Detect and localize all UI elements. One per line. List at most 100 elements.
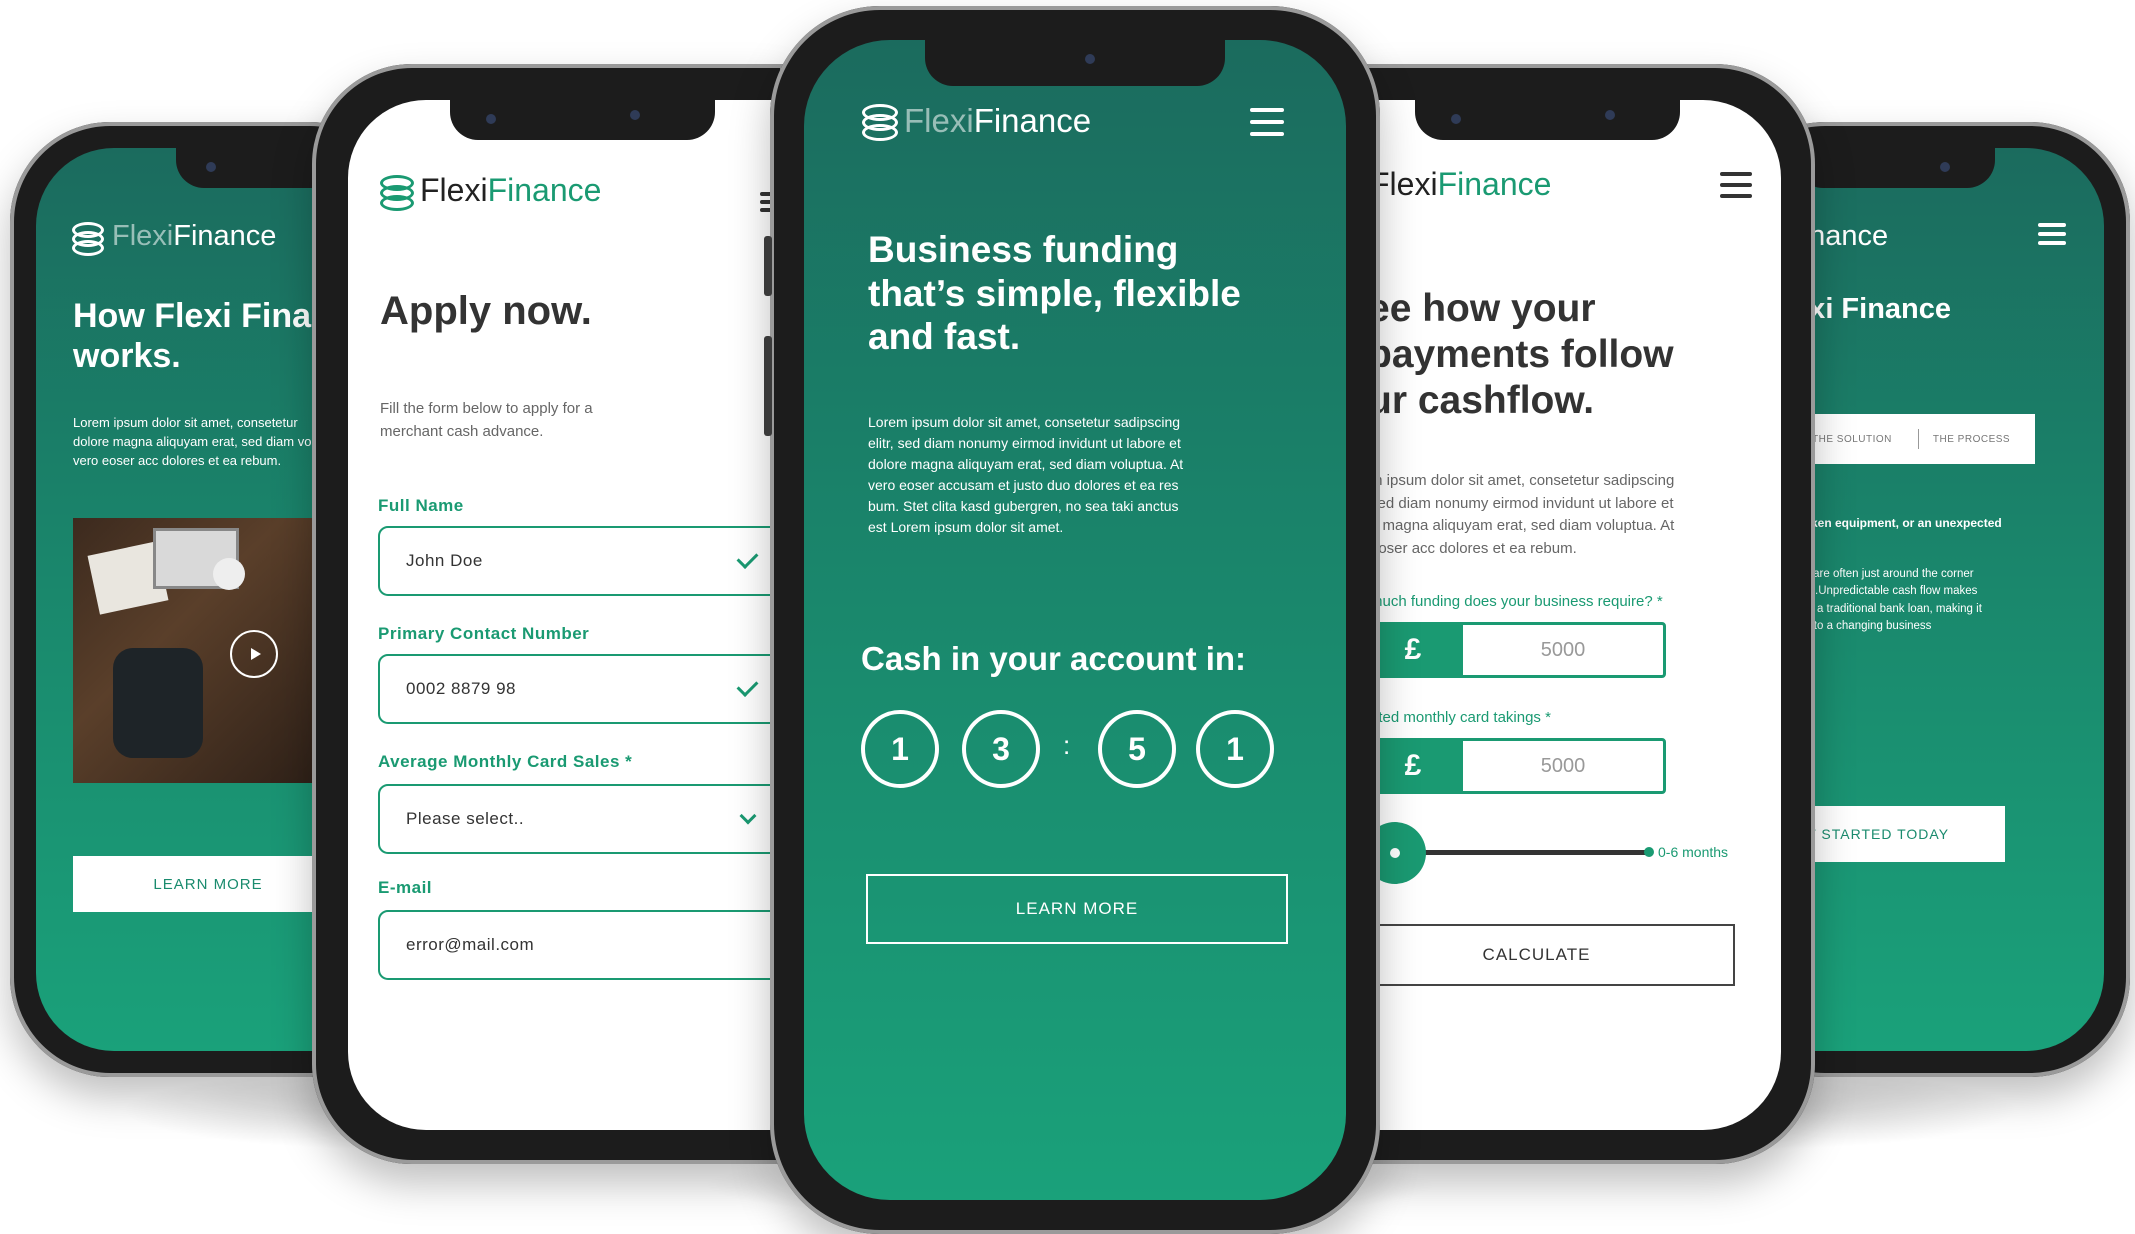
card-takings-value: 5000 [1540, 754, 1586, 777]
camera [206, 162, 216, 172]
text-line: est Lorem ipsum dolor sit amet. [868, 519, 1064, 535]
text-line: merchant cash advance. [380, 422, 544, 440]
camera [486, 114, 496, 124]
notch [1795, 148, 1995, 188]
text-line: vero eoser accusam et justo duo dolores … [868, 477, 1179, 493]
countdown-title: Cash in your account in: [861, 640, 1247, 677]
brand-logo[interactable]: Flexi Finance [1370, 166, 1551, 203]
title-line: and fast. [868, 316, 1021, 358]
intro-text: m ipsum dolor sit amet, consetetur sadip… [1370, 470, 1674, 560]
text-line: dolore magna aliquyam erat, sed diam vol… [868, 456, 1184, 472]
notch [1415, 100, 1680, 140]
full-name-label: Full Name [378, 496, 464, 515]
learn-more-button[interactable]: LEARN MORE [73, 856, 343, 912]
brand-name-part2: Finance [1437, 166, 1552, 202]
hamburger-menu-icon[interactable] [2038, 223, 2066, 245]
countdown-separator: : [1063, 730, 1071, 760]
intro-text: Lorem ipsum dolor sit amet, consetetur s… [868, 412, 1183, 538]
page-title: ee how your payments follow ur cashflow. [1368, 286, 1674, 424]
camera [630, 110, 640, 120]
text-line: e magna aliquyam erat, sed diam voluptua… [1370, 517, 1675, 534]
card-takings-question: ated monthly card takings * [1370, 709, 1551, 726]
tab-divider [1917, 429, 1919, 449]
brand-name-part1: Flexi [112, 220, 174, 252]
camera [1451, 114, 1461, 124]
hamburger-menu-icon[interactable] [1250, 108, 1284, 136]
hamburger-menu-icon[interactable] [1720, 172, 1752, 198]
full-name-value: John Doe [406, 551, 483, 570]
email-label: E-mail [378, 878, 433, 897]
phone-center-screen: Flexi Finance Business funding that’s sim… [804, 40, 1346, 1200]
brand-name-part2: Finance [973, 102, 1092, 139]
volume-button [764, 236, 772, 296]
full-name-field[interactable]: John Doe [378, 526, 798, 596]
learn-more-button[interactable]: LEARN MORE [866, 874, 1288, 944]
calculate-button[interactable]: CALCULATE [1350, 924, 1735, 986]
card-sales-select[interactable]: Please select.. [378, 784, 798, 854]
title-line: Business funding [868, 229, 1179, 270]
page-title: Apply now. [380, 289, 592, 333]
chair [113, 648, 203, 758]
emphasis-text: , broken equipment, or an unexpected [1785, 516, 2002, 530]
brand-name-part1: Flexi [1370, 166, 1438, 202]
tab-the-process[interactable]: THE PROCESS [1933, 434, 2010, 445]
title-line: ur cashflow. [1368, 379, 1595, 423]
page-title: Business funding that’s simple, flexible… [868, 228, 1241, 359]
camera [1605, 110, 1615, 120]
card-takings-field[interactable]: £ 5000 [1360, 738, 1666, 794]
phone-center: Flexi Finance Business funding that’s sim… [764, 6, 1380, 1234]
coffee-cup [213, 558, 245, 590]
title-line: payments follow [1368, 333, 1674, 377]
phone-left: Flexi Finance Apply now. Fill the form be… [312, 64, 798, 1164]
text-line: eoser acc dolores et ea rebum. [1370, 539, 1577, 557]
countdown-digit: 1 [861, 710, 939, 788]
text-line: elitr, sed diam nonumy eirmod invidunt u… [868, 435, 1181, 451]
text-line: Lorem ipsum dolor sit amet, consetetur s… [868, 414, 1181, 430]
card-sales-label: Average Monthly Card Sales * [378, 752, 633, 771]
brand-name-part2: Finance [487, 172, 602, 208]
coins-icon [72, 221, 108, 256]
funding-question: much funding does your business require?… [1370, 593, 1663, 610]
contact-number-field[interactable]: 0002 8879 98 [378, 654, 798, 724]
coins-icon [380, 174, 418, 211]
countdown-digit: 5 [1098, 710, 1176, 788]
contact-number-label: Primary Contact Number [378, 624, 590, 643]
camera [1085, 54, 1095, 64]
text-line: bum. Stet clita kasd gubergren, no sea t… [868, 498, 1179, 514]
brand-name-part2: Finance [173, 220, 277, 252]
workspace-photo[interactable] [73, 518, 333, 783]
funding-amount-value: 5000 [1540, 638, 1586, 661]
check-icon [736, 547, 759, 569]
email-field[interactable]: error@mail.com [378, 910, 798, 980]
slider-end-dot [1644, 847, 1654, 857]
brand-name-part1: Flexi [904, 102, 974, 139]
term-slider-label: 0-6 months [1658, 844, 1729, 860]
email-value: error@mail.com [406, 935, 535, 954]
countdown-digit: 3 [962, 710, 1040, 788]
notch [925, 40, 1225, 86]
countdown-digit: 1 [1196, 710, 1274, 788]
chevron-down-icon [739, 807, 757, 825]
intro-text: Fill the form below to apply for a merch… [380, 398, 593, 443]
card-sales-value: Please select.. [406, 809, 525, 828]
contact-number-value: 0002 8879 98 [406, 679, 516, 698]
volume-button [764, 336, 772, 436]
play-icon[interactable] [230, 630, 278, 678]
tab-the-solution[interactable]: THE SOLUTION [1812, 434, 1892, 445]
brand-name-part1: Flexi [420, 172, 488, 208]
text-line: sed diam nonumy eirmod invidunt ut labor… [1370, 494, 1674, 512]
brand-logo[interactable]: Flexi Finance [72, 220, 277, 256]
notch [450, 100, 715, 140]
slider-thumb-dot [1389, 848, 1400, 858]
camera [1940, 162, 1950, 172]
funding-amount-field[interactable]: £ 5000 [1360, 622, 1666, 678]
title-line: ee how your [1368, 287, 1596, 330]
text-line: m ipsum dolor sit amet, consetetur sadip… [1370, 472, 1675, 489]
brand-logo[interactable]: Flexi Finance [862, 102, 1092, 141]
text-line: Fill the form below to apply for a [380, 400, 593, 417]
brand-logo[interactable]: Flexi Finance [380, 172, 602, 211]
phone-right-screen: Flexi Finance ee how your payments follow… [1350, 100, 1781, 1130]
phone-right: Flexi Finance ee how your payments follow… [1350, 64, 1815, 1164]
phone-left-screen: Flexi Finance Apply now. Fill the form be… [348, 100, 798, 1130]
check-icon [736, 675, 759, 697]
